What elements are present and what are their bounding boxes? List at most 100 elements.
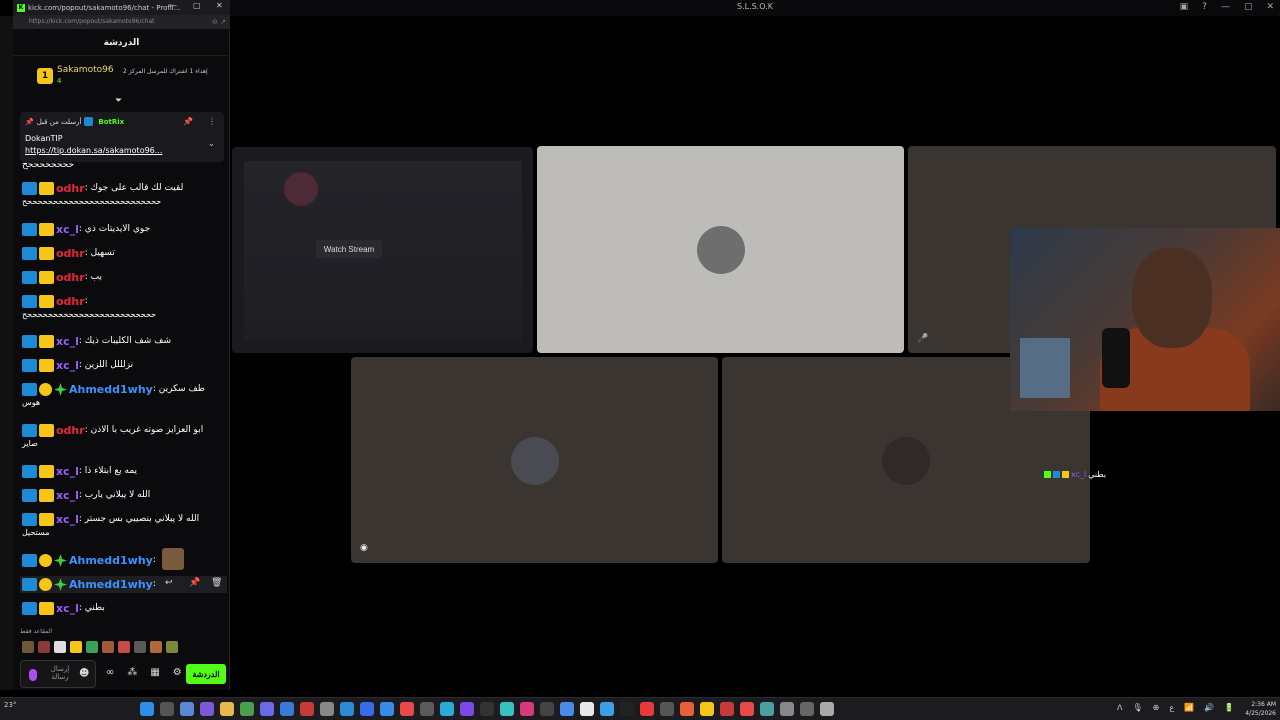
chat-message[interactable]: odhr: يب — [22, 271, 218, 284]
weather-widget[interactable]: 23° — [4, 701, 16, 709]
app-icon[interactable] — [360, 702, 374, 716]
close-icon[interactable]: ✕ — [216, 1, 223, 10]
app-icon[interactable] — [540, 702, 554, 716]
maximize-icon[interactable]: ▢ — [193, 1, 201, 10]
chat-message[interactable]: xc_l: يمه يع ابتلاء ذا — [22, 465, 218, 478]
emote-picker-icon[interactable]: ∞ — [106, 667, 114, 678]
more-options-icon[interactable]: ⋮ — [208, 117, 216, 126]
message-username[interactable]: Ahmedd1why — [69, 383, 153, 396]
app-icon[interactable] — [640, 702, 654, 716]
message-username[interactable]: odhr — [56, 247, 85, 260]
address-bar[interactable]: https://kick.com/popout/sakamoto96/chat … — [13, 15, 230, 29]
chat-message[interactable]: odhr: تسهيل — [22, 247, 218, 260]
chat-message[interactable]: xc_l: الله لا يبلاني يارب — [22, 489, 218, 502]
message-username[interactable]: Ahmedd1why — [69, 578, 153, 591]
pinned-link[interactable]: https://tip.dokan.sa/sakamoto96... — [25, 146, 162, 155]
telegram-icon[interactable] — [440, 702, 454, 716]
maximize-icon[interactable]: ▢ — [1244, 2, 1253, 12]
chat-message[interactable]: Ahmedd1why: — [22, 554, 218, 567]
emote[interactable] — [86, 641, 98, 653]
chat-message[interactable]: odhr: لقيت لك قالب على جوك حححححححححححححح… — [22, 182, 218, 207]
app-icon[interactable] — [320, 702, 334, 716]
inbox-icon[interactable]: ▣ — [1180, 2, 1189, 12]
message-username[interactable]: xc_l — [56, 335, 79, 348]
emote[interactable] — [134, 641, 146, 653]
emote[interactable] — [166, 641, 178, 653]
message-username[interactable]: odhr — [56, 271, 85, 284]
discord-icon[interactable] — [260, 702, 274, 716]
chat-message[interactable]: xc_l: الله لا يبلاني بنصيبي بس جستر مستحي… — [22, 513, 218, 538]
minimize-icon[interactable]: — — [1221, 2, 1230, 12]
wifi-icon[interactable]: 📶 — [1184, 703, 1194, 712]
chat-message[interactable]: ححححححححح — [22, 160, 218, 172]
app-icon[interactable] — [620, 702, 634, 716]
app-icon[interactable] — [700, 702, 714, 716]
chat-message[interactable]: xc_l: شف شف الكليبات ذيك — [22, 335, 218, 348]
app-icon[interactable] — [460, 702, 474, 716]
app-icon[interactable] — [400, 702, 414, 716]
app-icon[interactable] — [480, 702, 494, 716]
app-icon[interactable] — [740, 702, 754, 716]
chat-message[interactable]: odhr: حححححححححححححححححححححححححح — [22, 295, 218, 320]
emote[interactable] — [118, 641, 130, 653]
app-icon[interactable] — [660, 702, 674, 716]
brave-icon[interactable] — [680, 702, 694, 716]
users-icon[interactable]: ⁂ — [127, 667, 137, 678]
app-icon[interactable] — [780, 702, 794, 716]
message-username[interactable]: xc_l — [56, 513, 79, 526]
message-username[interactable]: xc_l — [56, 359, 79, 372]
app-icon[interactable] — [720, 702, 734, 716]
store-icon[interactable]: ▦ — [150, 667, 159, 678]
chat-message[interactable]: xc_l: بطني — [22, 602, 218, 615]
folder-icon[interactable] — [220, 702, 234, 716]
message-username[interactable]: odhr — [56, 424, 85, 437]
tray-mic-icon[interactable]: 🎙 — [1132, 703, 1142, 712]
app-icon[interactable] — [520, 702, 534, 716]
minimize-icon[interactable]: — — [169, 1, 177, 10]
screen-share-tile[interactable] — [232, 147, 533, 353]
app-icon[interactable] — [800, 702, 814, 716]
emote[interactable] — [70, 641, 82, 653]
participant-tile[interactable] — [351, 357, 718, 563]
emoji-icon[interactable]: ☻ — [79, 668, 89, 679]
filter-icon[interactable]: ⏷ — [115, 96, 122, 106]
chat-message[interactable]: xc_l: نزلللل اللزين — [22, 359, 218, 372]
keyboard-language[interactable]: ع — [1169, 703, 1174, 712]
zoom-icon[interactable]: ⊖ ↗ — [212, 15, 226, 29]
chat-message[interactable]: Ahmedd1why: طف سكرين هوس — [22, 383, 218, 408]
message-username[interactable]: xc_l — [56, 489, 79, 502]
app-icon[interactable] — [420, 702, 434, 716]
unpin-icon[interactable]: 📌 — [183, 117, 193, 126]
message-username[interactable]: odhr — [56, 295, 85, 308]
emote[interactable] — [22, 641, 34, 653]
message-username[interactable]: xc_l — [56, 465, 79, 478]
chat-message-input[interactable]: إرسال رسالة ☻ — [20, 660, 96, 688]
close-icon[interactable]: ✕ — [1266, 2, 1274, 12]
app-icon[interactable] — [180, 702, 194, 716]
chat-message[interactable]: xc_l: جوي الايديتات ذي — [22, 223, 218, 236]
message-username[interactable]: xc_l — [56, 602, 79, 615]
reply-icon[interactable]: ↩ — [165, 578, 173, 588]
app-icon[interactable] — [560, 702, 574, 716]
message-username[interactable]: odhr — [56, 182, 85, 195]
app-icon[interactable] — [820, 702, 834, 716]
mic-icon[interactable] — [29, 669, 37, 681]
emote[interactable] — [150, 641, 162, 653]
chat-message[interactable]: odhr: ابو العزايز صوته غريب با الاذن صاير — [22, 424, 218, 449]
tray-chevron-icon[interactable]: ᐱ — [1117, 703, 1122, 712]
app-icon[interactable] — [200, 702, 214, 716]
message-username[interactable]: xc_l — [56, 223, 79, 236]
help-icon[interactable]: ? — [1202, 2, 1207, 12]
volume-icon[interactable]: 🔊 — [1204, 703, 1214, 712]
steam-icon[interactable] — [280, 702, 294, 716]
tray-globe-icon[interactable]: ⊕ — [1153, 703, 1160, 712]
clock[interactable]: 2:36 AM 4/25/2026 — [1245, 700, 1276, 718]
app-icon[interactable] — [300, 702, 314, 716]
chevron-down-icon[interactable]: ⌄ — [208, 139, 215, 148]
battery-icon[interactable]: 🔋 — [1224, 703, 1234, 712]
search-icon[interactable] — [160, 702, 174, 716]
gear-icon[interactable]: ⚙ — [173, 667, 182, 678]
app-icon[interactable] — [760, 702, 774, 716]
watch-stream-button[interactable]: Watch Stream — [316, 240, 382, 258]
app-icon[interactable] — [240, 702, 254, 716]
